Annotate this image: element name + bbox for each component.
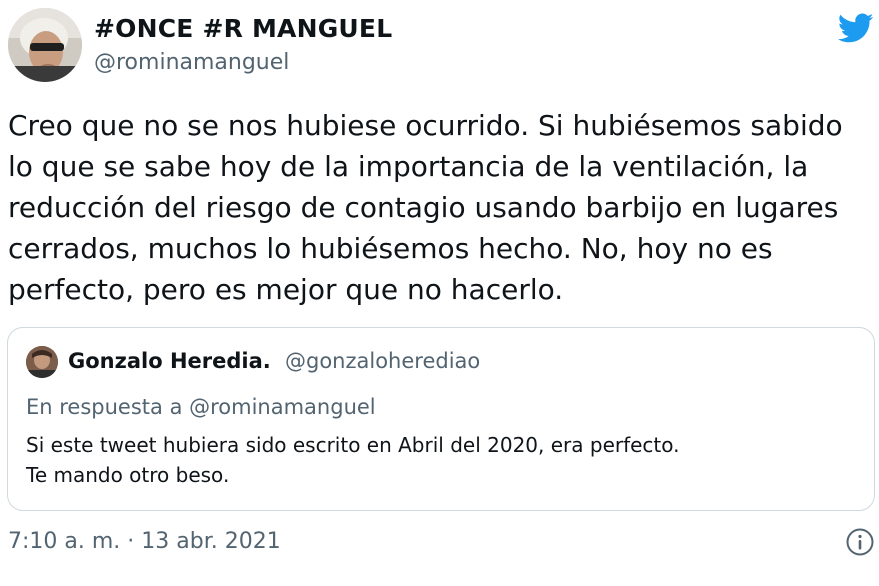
tweet-card: #ONCE #R MANGUEL @rominamanguel Creo que… — [0, 0, 879, 586]
reply-context[interactable]: En respuesta a @rominamanguel — [26, 395, 376, 419]
tweet-timestamp[interactable]: 7:10 a. m. · 13 abr. 2021 — [8, 529, 281, 554]
author-handle[interactable]: @rominamanguel — [94, 50, 289, 75]
quoted-tweet[interactable]: Gonzalo Heredia. @gonzaloherediao En res… — [7, 327, 875, 511]
author-avatar[interactable] — [8, 8, 82, 82]
quoted-author-name[interactable]: Gonzalo Heredia. — [68, 349, 271, 373]
quoted-author-handle[interactable]: @gonzaloherediao — [285, 349, 480, 373]
tweet-text: Creo que no se nos hubiese ocurrido. Si … — [8, 109, 843, 306]
quoted-author-avatar[interactable] — [26, 346, 58, 378]
twitter-bird-icon[interactable] — [837, 10, 875, 46]
info-icon[interactable] — [845, 527, 875, 557]
author-display-name[interactable]: #ONCE #R MANGUEL — [94, 14, 392, 43]
quoted-tweet-text: Si este tweet hubiera sido escrito en Ab… — [26, 433, 680, 487]
